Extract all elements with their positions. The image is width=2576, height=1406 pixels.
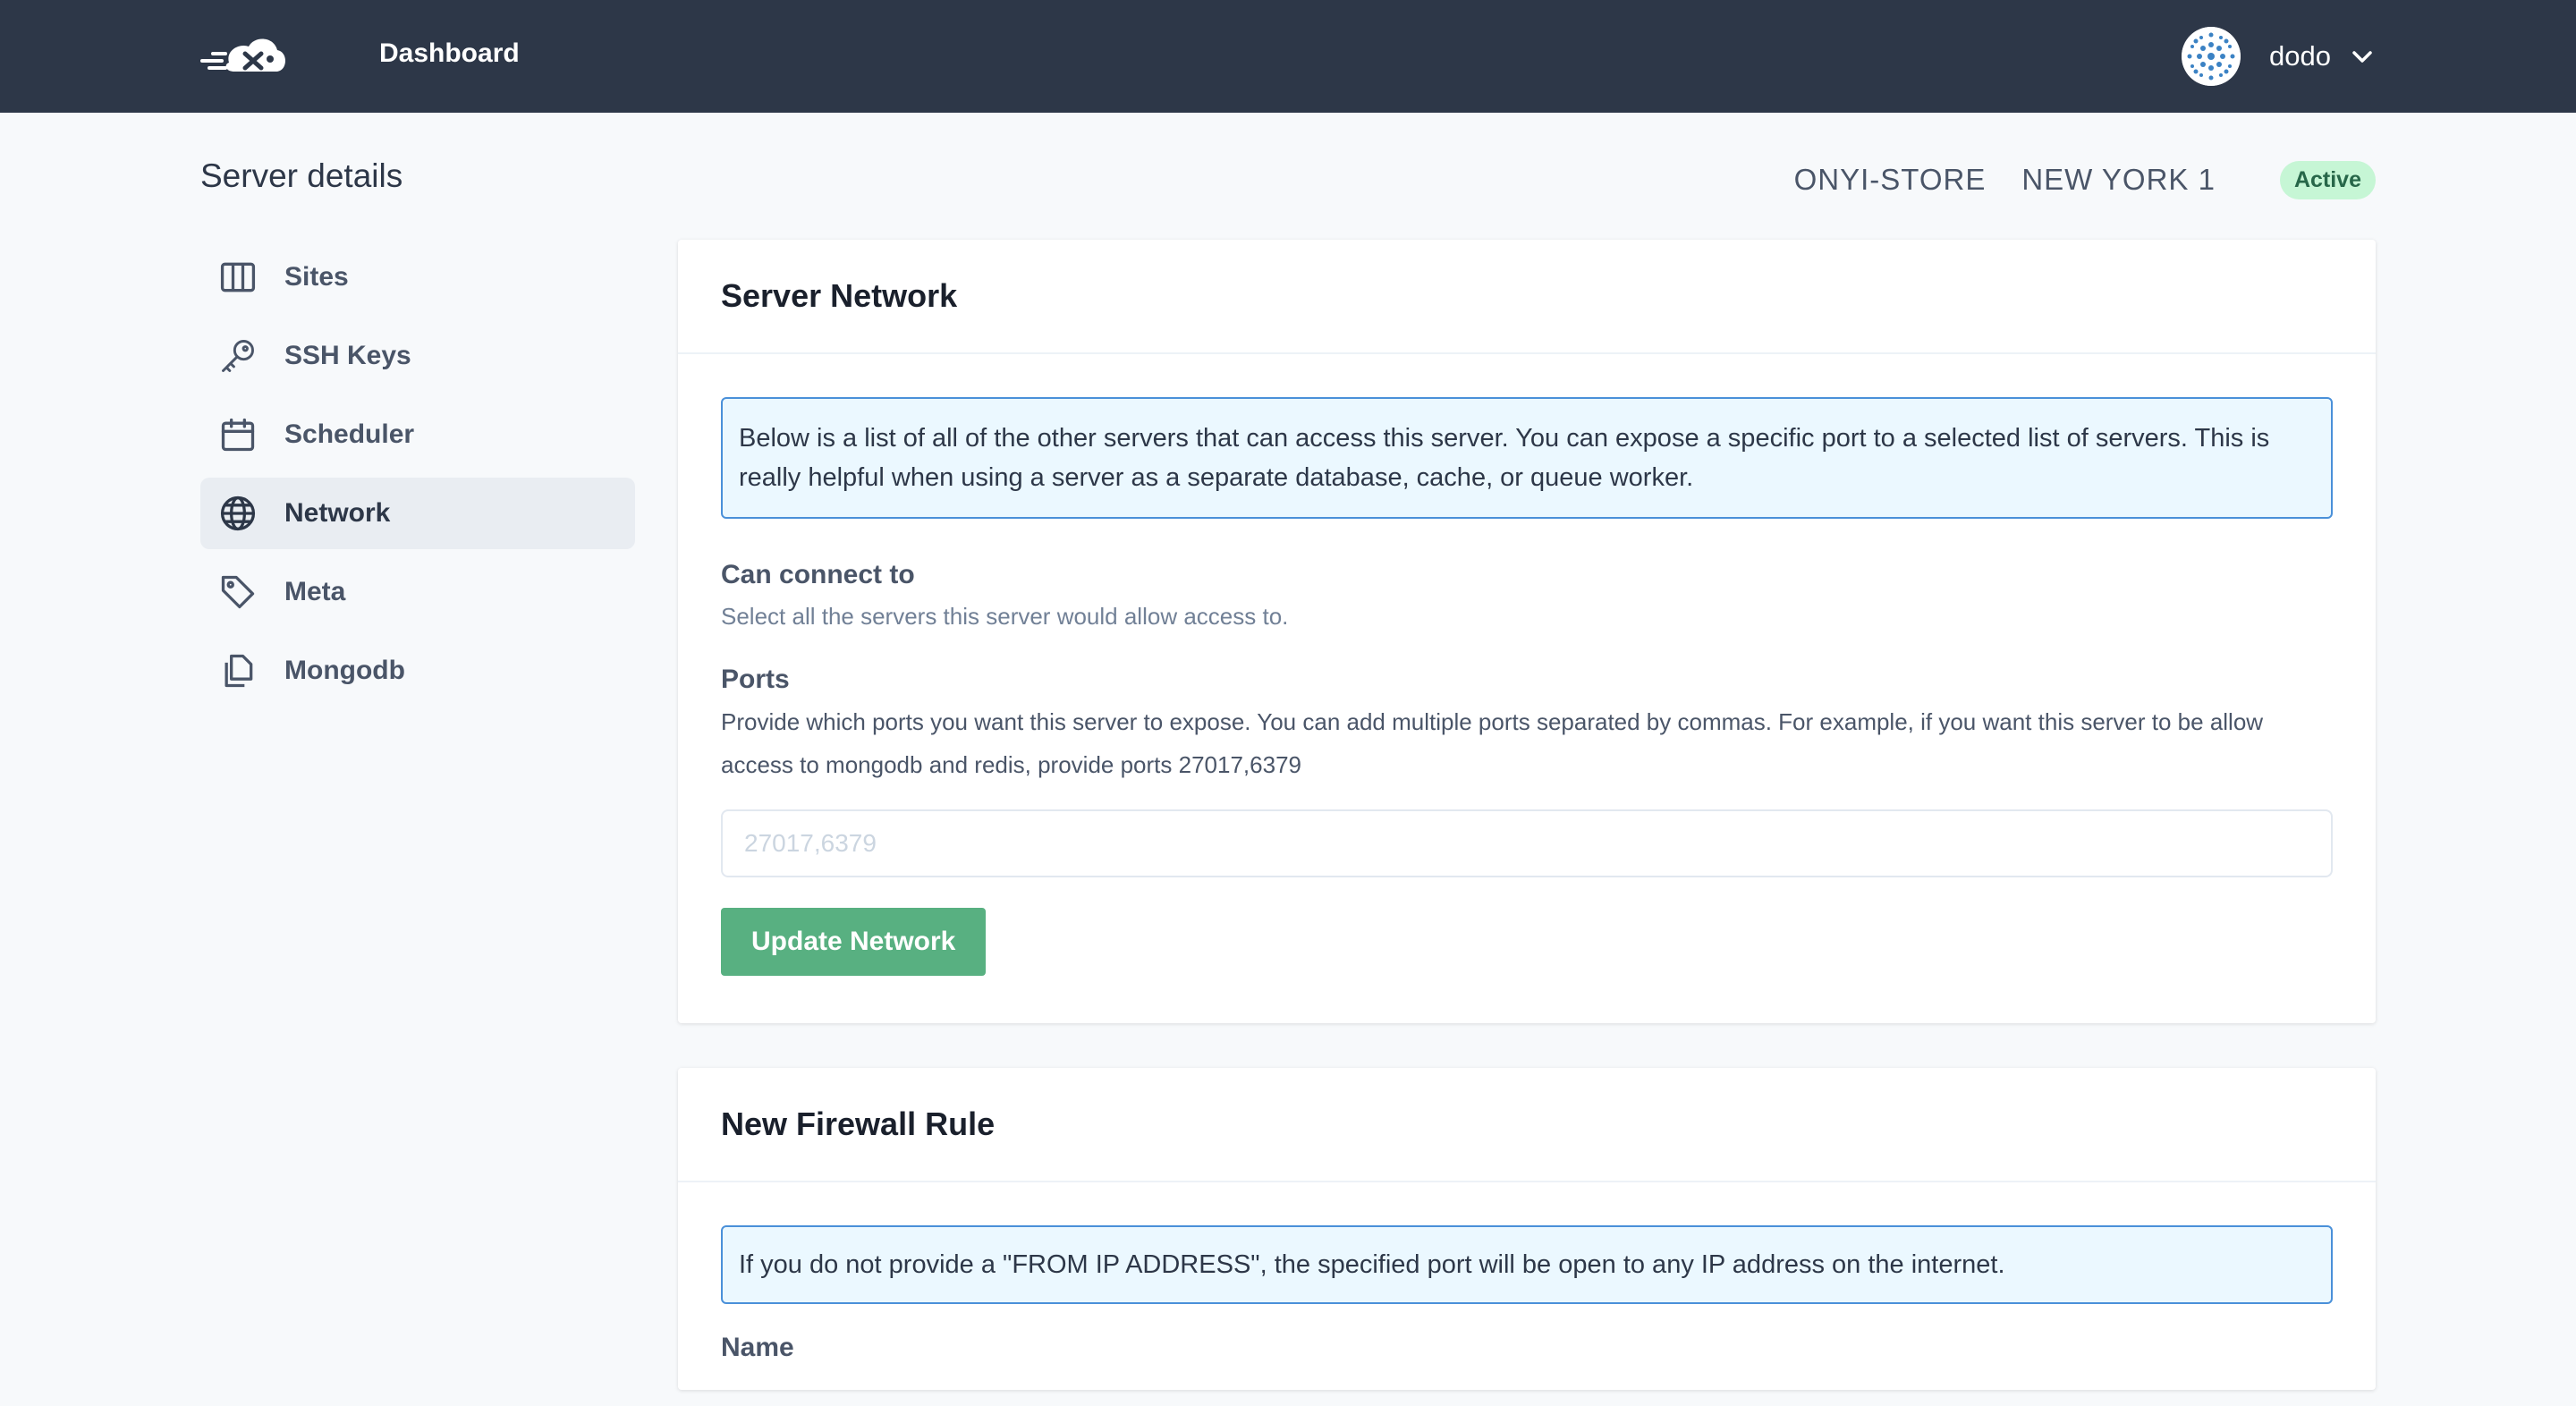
sidebar-item-label: Scheduler	[284, 419, 415, 449]
can-connect-label: Can connect to	[721, 560, 915, 589]
cloud-rocket-logo-icon[interactable]	[199, 27, 290, 80]
firewall-name-label: Name	[721, 1333, 794, 1362]
sidebar-item-label: Mongodb	[284, 656, 405, 685]
firewall-info-box: If you do not provide a "FROM IP ADDRESS…	[721, 1225, 2333, 1304]
user-menu[interactable]: dodo	[2182, 25, 2374, 88]
update-network-button[interactable]: Update Network	[721, 908, 987, 976]
firewall-rule-card: New Firewall Rule If you do not provide …	[678, 1068, 2376, 1390]
user-avatar	[2182, 27, 2241, 86]
sidebar-item-label: Meta	[284, 577, 346, 606]
card-body: If you do not provide a "FROM IP ADDRESS…	[678, 1182, 2376, 1406]
top-navbar: Dashboard dodo	[0, 0, 2576, 113]
copy-icon	[216, 649, 259, 692]
can-connect-help: Select all the servers this server would…	[721, 603, 1289, 630]
nav-dashboard-link[interactable]: Dashboard	[379, 36, 520, 72]
sidebar-item-label: Sites	[284, 262, 349, 292]
key-icon	[216, 335, 259, 377]
ports-input[interactable]	[721, 809, 2333, 877]
sidebar-item-scheduler[interactable]: Scheduler	[200, 399, 635, 470]
ports-label: Ports	[721, 665, 790, 694]
calendar-icon	[216, 413, 259, 456]
username: dodo	[2269, 40, 2331, 72]
sidebar-item-ssh-keys[interactable]: SSH Keys	[200, 320, 635, 392]
server-region: NEW YORK 1	[2021, 163, 2216, 196]
sidebar-item-meta[interactable]: Meta	[200, 556, 635, 628]
server-network-card: Server Network Below is a list of all of…	[678, 240, 2376, 1023]
sidebar-item-network[interactable]: Network	[200, 478, 635, 549]
card-body: Below is a list of all of the other serv…	[678, 354, 2376, 1019]
card-header: Server Network	[678, 240, 2376, 354]
tag-icon	[216, 571, 259, 614]
ports-help: Provide which ports you want this server…	[721, 708, 2264, 778]
card-title: New Firewall Rule	[721, 1105, 996, 1142]
sidebar-item-sites[interactable]: Sites	[200, 241, 635, 313]
card-title: Server Network	[721, 277, 958, 314]
sidebar-item-mongodb[interactable]: Mongodb	[200, 635, 635, 707]
page-title: Server details	[200, 157, 403, 194]
server-meta: ONYI-STORE NEW YORK 1 Active	[1794, 157, 2376, 202]
columns-icon	[216, 256, 259, 299]
status-badge: Active	[2279, 160, 2376, 199]
sidebar-item-label: Network	[284, 498, 391, 528]
card-header: New Firewall Rule	[678, 1068, 2376, 1182]
network-info-box: Below is a list of all of the other serv…	[721, 397, 2333, 519]
chevron-down-icon	[2352, 51, 2372, 63]
globe-icon	[216, 492, 259, 535]
sidebar-item-label: SSH Keys	[284, 341, 411, 370]
server-name: ONYI-STORE	[1793, 163, 1987, 196]
sidebar: Sites SSH Keys Scheduler Network Meta Mo…	[200, 241, 635, 714]
